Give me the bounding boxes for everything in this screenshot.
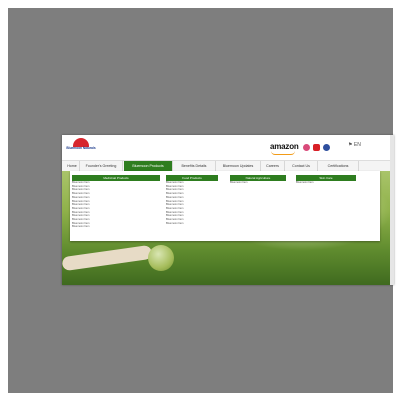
facebook-icon[interactable] (323, 144, 330, 151)
dropdown-link[interactable]: Bluemoon Item (296, 181, 356, 185)
language-selector[interactable]: ⚑ EN (348, 142, 361, 148)
nav-item-benefits-details[interactable]: Benefits Details (173, 161, 216, 171)
dropdown-column-medicinal: Medicinal Products Bluemoon Item Bluemoo… (72, 175, 160, 229)
nav-item-home[interactable]: Home (65, 161, 80, 171)
products-dropdown: Medicinal Products Bluemoon Item Bluemoo… (70, 171, 380, 241)
language-label: EN (353, 142, 361, 148)
column-list-skincare: Bluemoon Item (296, 181, 356, 185)
amazon-link[interactable]: amazon (270, 142, 299, 151)
nav-item-certifications[interactable]: Certifications (318, 161, 359, 171)
column-list-agriculture: Bluemoon Item (230, 181, 286, 185)
column-list-medicinal: Bluemoon Item Bluemoon Item Bluemoon Ite… (72, 181, 160, 229)
site-logo[interactable]: Bluemoon Naturals (66, 138, 96, 158)
dropdown-column-agriculture: Natural Agriculture Bluemoon Item (230, 175, 286, 185)
youtube-icon[interactable] (313, 144, 320, 151)
gray-frame: Bluemoon Naturals amazon ⚑ EN Home Found… (8, 8, 394, 393)
dropdown-link[interactable]: Bluemoon Item (72, 225, 160, 229)
instagram-icon[interactable] (303, 144, 310, 151)
website-screenshot: Bluemoon Naturals amazon ⚑ EN Home Found… (62, 135, 394, 285)
site-header: Bluemoon Naturals amazon ⚑ EN (62, 135, 394, 160)
nav-item-bluemoon-updates[interactable]: Bluemoon Updates (216, 161, 261, 171)
logo-text: Bluemoon Naturals (66, 146, 96, 150)
dropdown-link[interactable]: Bluemoon Item (166, 222, 218, 226)
flag-icon: ⚑ (348, 142, 353, 148)
hero-arm-image (62, 244, 153, 272)
nav-item-contact-us[interactable]: Contact Us (285, 161, 318, 171)
column-list-food: Bluemoon Item Bluemoon Item Bluemoon Ite… (166, 181, 218, 225)
dropdown-column-food: Food Products Bluemoon Item Bluemoon Ite… (166, 175, 218, 225)
dropdown-link[interactable]: Bluemoon Item (230, 181, 286, 185)
hero-fruit-image (148, 245, 174, 271)
nav-item-founders-greeting[interactable]: Founder's Greeting (80, 161, 123, 171)
dropdown-column-skincare: Skin Care Bluemoon Item (296, 175, 356, 185)
amazon-smile-icon (271, 151, 295, 155)
page-scrollbar[interactable] (390, 135, 394, 285)
nav-item-careers[interactable]: Careers (261, 161, 285, 171)
nav-item-bluemoon-products[interactable]: Bluemoon Products (124, 161, 173, 171)
